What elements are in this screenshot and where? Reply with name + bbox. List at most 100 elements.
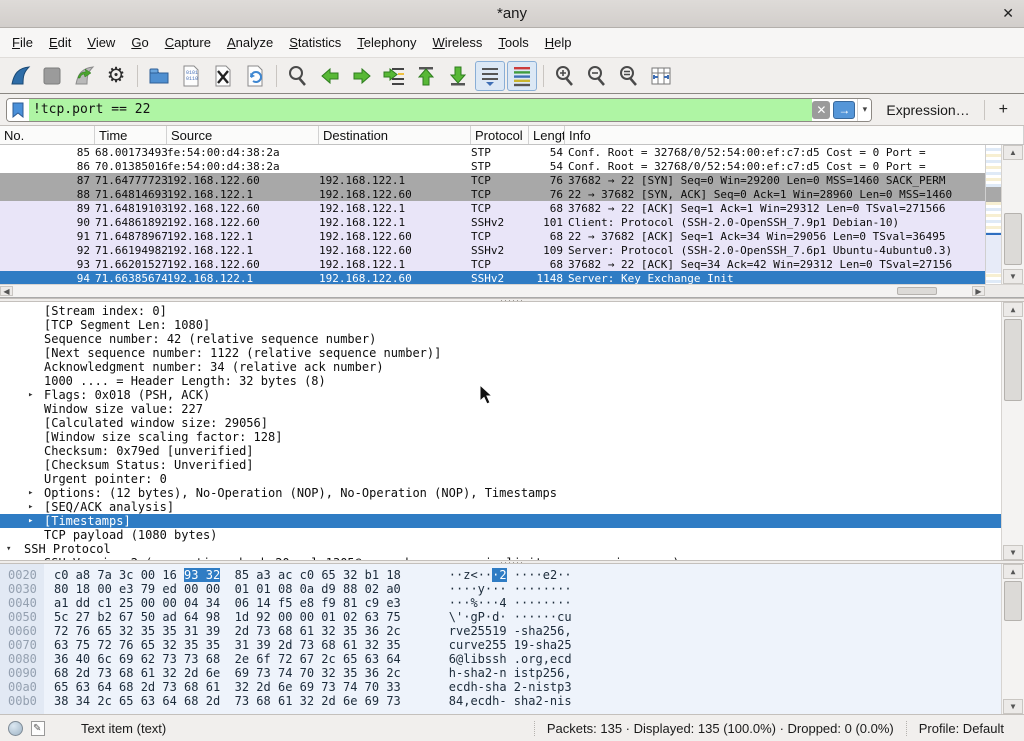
scroll-up-icon[interactable]: ▲ [1003, 145, 1023, 160]
menu-go[interactable]: Go [123, 31, 156, 54]
detail-line[interactable]: [Stream index: 0] [0, 304, 1001, 318]
packet-row[interactable]: 8670.013850163fe:54:00:d4:38:2aSTP54Conf… [0, 159, 985, 173]
menu-statistics[interactable]: Statistics [281, 31, 349, 54]
close-icon[interactable]: ✕ [1002, 5, 1014, 22]
scroll-up-icon[interactable]: ▲ [1003, 564, 1023, 579]
packet-list-hscrollbar[interactable]: ◀ ▶ [0, 284, 985, 297]
expert-info-icon[interactable] [8, 721, 23, 736]
menu-telephony[interactable]: Telephony [349, 31, 424, 54]
menu-view[interactable]: View [79, 31, 123, 54]
status-profile[interactable]: Profile: Default [906, 721, 1016, 736]
detail-line[interactable]: ▸Options: (12 bytes), No-Operation (NOP)… [0, 486, 1001, 500]
hex-row[interactable]: 009068 2d 73 68 61 32 2d 6e 69 73 74 70 … [0, 666, 1001, 680]
go-top-button[interactable] [411, 61, 441, 91]
zoom-in-button[interactable] [550, 61, 580, 91]
scroll-thumb[interactable] [1004, 581, 1022, 621]
packet-row[interactable]: 8568.001734936fe:54:00:d4:38:2aSTP54Conf… [0, 145, 985, 159]
detail-line[interactable]: [Window size scaling factor: 128] [0, 430, 1001, 444]
scroll-down-icon[interactable]: ▼ [1003, 269, 1023, 284]
open-file-button[interactable] [144, 61, 174, 91]
col-protocol[interactable]: Protocol [471, 126, 529, 144]
colorize-toggle[interactable] [507, 61, 537, 91]
menu-edit[interactable]: Edit [41, 31, 79, 54]
detail-line[interactable]: Acknowledgment number: 34 (relative ack … [0, 360, 1001, 374]
col-no[interactable]: No. [0, 126, 95, 144]
hex-row[interactable]: 0040a1 dd c1 25 00 00 04 34 06 14 f5 e8 … [0, 596, 1001, 610]
detail-line[interactable]: Checksum: 0x79ed [unverified] [0, 444, 1001, 458]
filter-apply-icon[interactable]: → [833, 101, 855, 119]
hex-row[interactable]: 006072 76 65 32 35 35 31 39 2d 73 68 61 … [0, 624, 1001, 638]
go-back-button[interactable] [315, 61, 345, 91]
detail-line[interactable]: ▸[SEQ/ACK analysis] [0, 500, 1001, 514]
filter-dropdown-caret[interactable]: ▾ [857, 99, 871, 121]
col-info[interactable]: Info [565, 126, 1024, 144]
detail-line[interactable]: Sequence number: 42 (relative sequence n… [0, 332, 1001, 346]
save-file-button[interactable]: 01010110 [176, 61, 206, 91]
menu-analyze[interactable]: Analyze [219, 31, 281, 54]
hex-vscrollbar[interactable]: ▲ ▼ [1001, 564, 1024, 714]
resize-columns-button[interactable] [646, 61, 676, 91]
col-time[interactable]: Time [95, 126, 167, 144]
detail-line[interactable]: [Next sequence number: 1122 (relative se… [0, 346, 1001, 360]
add-filter-button[interactable]: + [989, 101, 1018, 119]
scroll-down-icon[interactable]: ▼ [1003, 545, 1023, 560]
detail-line-selected[interactable]: ▸[Timestamps] [0, 514, 1001, 528]
menu-capture[interactable]: Capture [157, 31, 219, 54]
intelligent-scrollbar-minimap[interactable] [985, 145, 1001, 285]
detail-line[interactable]: [Checksum Status: Unverified] [0, 458, 1001, 472]
col-source[interactable]: Source [167, 126, 319, 144]
packet-row[interactable]: 8871.648146932192.168.122.1192.168.122.6… [0, 187, 985, 201]
display-filter-field[interactable]: ✕ → ▾ [6, 98, 872, 122]
expression-button[interactable]: Expression… [886, 102, 969, 118]
scroll-right-icon[interactable]: ▶ [972, 286, 985, 296]
display-filter-input[interactable] [29, 99, 812, 121]
packet-list-vscrollbar[interactable]: ▲ ▼ [1001, 145, 1024, 284]
menu-file[interactable]: File [4, 31, 41, 54]
go-to-packet-button[interactable] [379, 61, 409, 91]
scroll-up-icon[interactable]: ▲ [1003, 302, 1023, 317]
stop-capture-button[interactable] [37, 61, 67, 91]
details-vscrollbar[interactable]: ▲ ▼ [1001, 302, 1024, 560]
hex-row[interactable]: 0020c0 a8 7a 3c 00 16 93 32 85 a3 ac c0 … [0, 568, 1001, 582]
detail-line[interactable]: ▾SSH Protocol [0, 542, 1001, 556]
scroll-down-icon[interactable]: ▼ [1003, 699, 1023, 714]
scroll-thumb[interactable] [897, 287, 937, 295]
detail-line[interactable]: Window size value: 227 [0, 402, 1001, 416]
packet-row[interactable]: 9271.661949820192.168.122.1192.168.122.6… [0, 243, 985, 257]
packet-row[interactable]: 8771.647777234192.168.122.60192.168.122.… [0, 173, 985, 187]
scroll-thumb[interactable] [1004, 319, 1022, 401]
hex-row[interactable]: 007063 75 72 76 65 32 35 35 31 39 2d 73 … [0, 638, 1001, 652]
close-file-button[interactable] [208, 61, 238, 91]
packet-row[interactable]: 9071.648618924192.168.122.60192.168.122.… [0, 215, 985, 229]
packet-row[interactable]: 8971.648191037192.168.122.60192.168.122.… [0, 201, 985, 215]
detail-line[interactable]: TCP payload (1080 bytes) [0, 528, 1001, 542]
detail-line[interactable]: ▸Flags: 0x018 (PSH, ACK) [0, 388, 1001, 402]
restart-capture-button[interactable] [69, 61, 99, 91]
detail-line[interactable]: Urgent pointer: 0 [0, 472, 1001, 486]
packet-row[interactable]: 9171.648789678192.168.122.1192.168.122.6… [0, 229, 985, 243]
menu-wireless[interactable]: Wireless [425, 31, 491, 54]
detail-line[interactable]: [Calculated window size: 29056] [0, 416, 1001, 430]
hex-row[interactable]: 00505c 27 b2 67 50 ad 64 98 1d 92 00 00 … [0, 610, 1001, 624]
filter-clear-icon[interactable]: ✕ [812, 101, 830, 119]
packet-row-selected[interactable]: 9471.663856741192.168.122.1192.168.122.6… [0, 271, 985, 285]
go-bottom-button[interactable] [443, 61, 473, 91]
menu-help[interactable]: Help [537, 31, 580, 54]
packet-row[interactable]: 9371.662015274192.168.122.60192.168.122.… [0, 257, 985, 271]
hex-row[interactable]: 003080 18 00 e3 79 ed 00 00 01 01 08 0a … [0, 582, 1001, 596]
scroll-left-icon[interactable]: ◀ [0, 286, 13, 296]
detail-line[interactable]: [TCP Segment Len: 1080] [0, 318, 1001, 332]
zoom-out-button[interactable] [582, 61, 612, 91]
capture-comment-icon[interactable] [31, 721, 45, 736]
col-destination[interactable]: Destination [319, 126, 471, 144]
scroll-thumb[interactable] [1004, 213, 1022, 265]
auto-scroll-toggle[interactable] [475, 61, 505, 91]
hex-row[interactable]: 008036 40 6c 69 62 73 73 68 2e 6f 72 67 … [0, 652, 1001, 666]
detail-line[interactable]: 1000 .... = Header Length: 32 bytes (8) [0, 374, 1001, 388]
capture-options-button[interactable]: ⚙ [101, 61, 131, 91]
hex-row[interactable]: 00b038 34 2c 65 63 64 68 2d 73 68 61 32 … [0, 694, 1001, 708]
zoom-100-button[interactable] [614, 61, 644, 91]
find-packet-button[interactable] [283, 61, 313, 91]
hex-row[interactable]: 00a065 63 64 68 2d 73 68 61 32 2d 6e 69 … [0, 680, 1001, 694]
go-forward-button[interactable] [347, 61, 377, 91]
